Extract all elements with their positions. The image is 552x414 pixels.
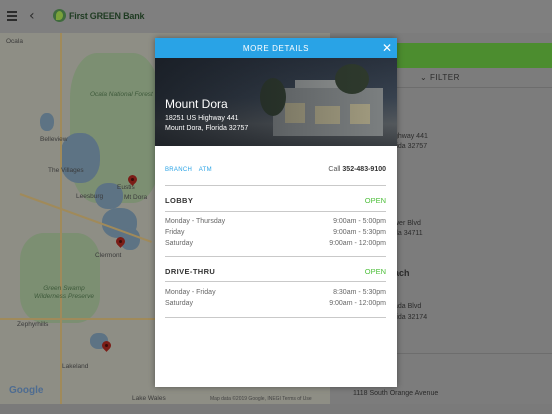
hamburger-icon[interactable]	[7, 11, 17, 21]
tag-atm: ATM	[198, 167, 212, 173]
filter-button[interactable]: ⌄ FILTER	[420, 73, 460, 82]
divider	[165, 256, 386, 257]
bank-logo: First GREEN Bank	[53, 9, 145, 22]
hours-days: Saturday	[165, 300, 194, 307]
branch-photo: Mount Dora 18251 US Highway 441 Mount Do…	[155, 58, 397, 146]
logo-leaf-icon	[53, 9, 66, 22]
dialog-title: MORE DETAILS	[242, 44, 310, 53]
map-label: Green Swamp Wilderness Preserve	[34, 285, 94, 300]
map-label: Leesburg	[76, 193, 104, 200]
map-label: Belleview	[40, 136, 68, 143]
hours-time: 9:00am - 5:30pm	[333, 229, 386, 236]
map-label: Ocala	[6, 38, 23, 45]
list-item-text: da 34711	[394, 230, 423, 237]
hours-time: 9:00am - 5:00pm	[333, 218, 386, 225]
back-chevron-icon[interactable]: ‹	[29, 8, 35, 24]
lake	[40, 113, 54, 131]
list-item-text: ghway 441	[394, 133, 428, 140]
branch-name: Mount Dora	[165, 97, 228, 111]
hours-days: Monday - Friday	[165, 289, 216, 296]
map-label: Lakeland	[62, 363, 89, 370]
list-item-text: rida 32757	[394, 143, 428, 150]
call-link[interactable]: Call 352-483-9100	[328, 166, 386, 173]
phone-number: 352-483-9100	[342, 166, 386, 173]
close-icon[interactable]: ✕	[382, 41, 392, 55]
section-title-lobby: LOBBY	[165, 196, 194, 205]
filter-label: FILTER	[429, 73, 460, 82]
hours-time: 8:30am - 5:30pm	[333, 289, 386, 296]
branch-pin-icon[interactable]	[116, 237, 125, 249]
list-item-text: rida 32174	[394, 314, 428, 321]
map-label: Ocala National Forest	[90, 91, 153, 98]
branch-address-line1: 18251 US Highway 441	[165, 115, 239, 122]
section-title-drive-thru: DRIVE-THRU	[165, 267, 216, 276]
service-tags: BRANCH ATM	[165, 167, 217, 173]
hours-time: 9:00am - 12:00pm	[329, 300, 386, 307]
map-label: Clermont	[95, 252, 122, 259]
bottom-strip	[0, 404, 552, 414]
app-bar: ‹ First GREEN Bank	[0, 0, 552, 33]
map-label: Mt Dora	[124, 194, 148, 201]
map-label: Zephyrhills	[17, 321, 49, 328]
hours-days: Friday	[165, 229, 185, 236]
call-label: Call	[328, 166, 341, 173]
list-item-text: wer Blvd	[394, 220, 421, 227]
branch-pin-icon[interactable]	[102, 341, 111, 353]
divider	[165, 185, 386, 186]
divider	[165, 211, 386, 212]
status-badge: OPEN	[364, 267, 386, 276]
map-attribution[interactable]: Map data ©2019 Google, INEGI Terms of Us…	[210, 396, 312, 402]
map-label: Lake Wales	[132, 395, 166, 402]
status-badge: OPEN	[364, 196, 386, 205]
list-item-text: ada Blvd	[394, 303, 422, 310]
highway	[60, 33, 62, 405]
logo-text: First GREEN Bank	[69, 10, 145, 21]
divider	[165, 281, 386, 282]
list-item-text: 1118 South Orange Avenue	[353, 390, 439, 397]
more-details-dialog: MORE DETAILS ✕ Mount Dora 18251 US Highw…	[155, 38, 397, 387]
google-logo: Google	[9, 385, 44, 396]
tag-branch: BRANCH	[165, 167, 193, 173]
hours-days: Saturday	[165, 240, 194, 247]
map-label: The Villages	[48, 167, 84, 174]
branch-address-line2: Mount Dora, Florida 32757	[165, 125, 249, 132]
divider	[165, 317, 386, 318]
hours-time: 9:00am - 12:00pm	[329, 240, 386, 247]
branch-pin-icon[interactable]	[128, 175, 137, 187]
hours-days: Monday - Thursday	[165, 218, 226, 225]
